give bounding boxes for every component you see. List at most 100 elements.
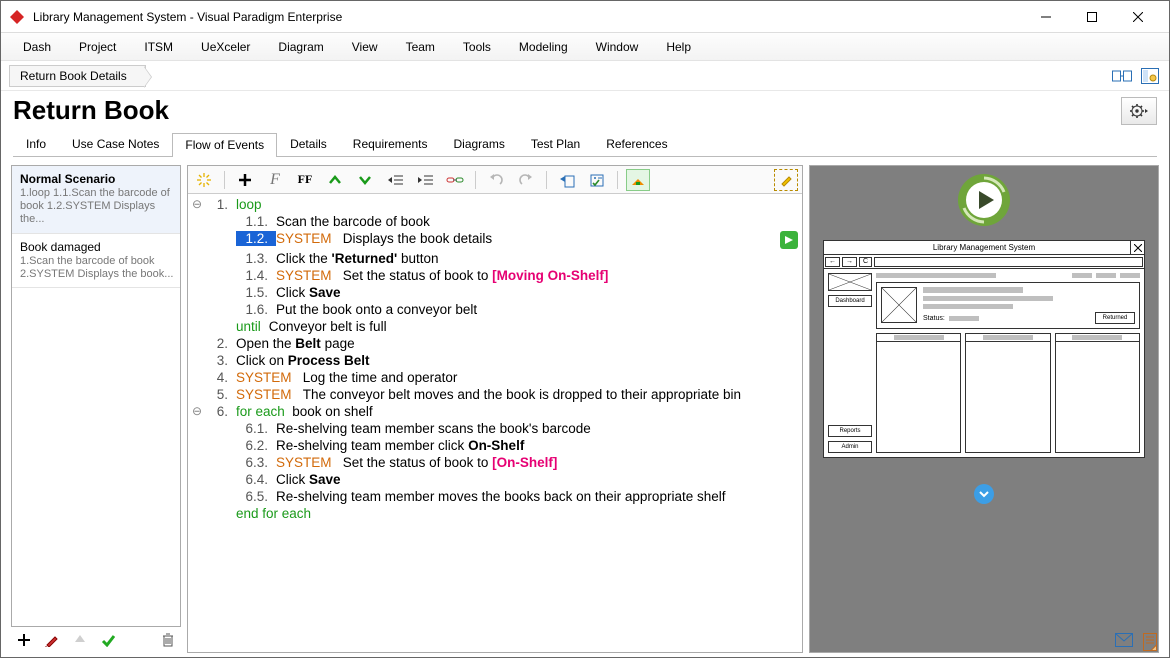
tab-test-plan[interactable]: Test Plan (518, 132, 593, 156)
settings-button[interactable] (1121, 97, 1157, 125)
step-text: for each book on shelf (236, 404, 798, 419)
flow-step[interactable]: 1.2.SYSTEM Displays the book details (190, 230, 798, 250)
flow-step[interactable]: untilConveyor belt is full (190, 318, 798, 335)
sparkle-button[interactable] (192, 169, 216, 191)
close-button[interactable] (1115, 3, 1161, 31)
flow-step[interactable]: 3.Click on Process Belt (190, 352, 798, 369)
menu-dash[interactable]: Dash (9, 36, 65, 58)
move-down-button[interactable] (353, 169, 377, 191)
minimize-button[interactable] (1023, 3, 1069, 31)
breadcrumb-item[interactable]: Return Book Details (9, 65, 146, 87)
flow-step[interactable]: 4.SYSTEM Log the time and operator (190, 369, 798, 386)
breadcrumb-tools (1111, 65, 1161, 87)
indent-button[interactable] (413, 169, 437, 191)
window-title: Library Management System - Visual Parad… (33, 10, 1023, 24)
flow-step[interactable]: 6.3.SYSTEM Set the status of book to [On… (190, 454, 798, 471)
step-number: 6. (204, 404, 236, 419)
step-number: 1.6. (236, 302, 276, 317)
step-number: 6.1. (236, 421, 276, 436)
flow-step[interactable]: 5.SYSTEM The conveyor belt moves and the… (190, 386, 798, 403)
step-text: SYSTEM The conveyor belt moves and the b… (236, 387, 798, 402)
titlebar: Library Management System - Visual Parad… (1, 1, 1169, 33)
compare-icon[interactable] (1111, 65, 1133, 87)
tab-references[interactable]: References (593, 132, 680, 156)
step-number: end for each (236, 506, 319, 521)
scenario-item[interactable]: Normal Scenario 1.loop 1.1.Scan the barc… (12, 166, 180, 234)
step-text: Conveyor belt is full (269, 319, 798, 334)
format-f-button[interactable]: F (263, 169, 287, 191)
flow-step[interactable]: 1.4.SYSTEM Set the status of book to [Mo… (190, 267, 798, 284)
delete-scenario-button[interactable] (157, 629, 179, 651)
step-number: 6.3. (236, 455, 276, 470)
flow-step[interactable]: 1.5.Click Save (190, 284, 798, 301)
flow-step[interactable]: 1.3.Click the 'Returned' button (190, 250, 798, 267)
link-button[interactable] (443, 169, 467, 191)
wireframe-button[interactable] (626, 169, 650, 191)
editor-toolbar: F FF (188, 166, 802, 194)
outdent-button[interactable] (383, 169, 407, 191)
flow-editor[interactable]: ⊖1.loop 1.1.Scan the barcode of book1.2.… (188, 194, 802, 652)
edit-scenario-button[interactable] (41, 629, 63, 651)
wireframe-body: Dashboard Reports Admin (824, 269, 1144, 457)
tab-requirements[interactable]: Requirements (340, 132, 441, 156)
maximize-button[interactable] (1069, 3, 1115, 31)
flow-step[interactable]: 6.2.Re-shelving team member click On-She… (190, 437, 798, 454)
tab-info[interactable]: Info (13, 132, 59, 156)
menu-help[interactable]: Help (652, 36, 705, 58)
step-text: Re-shelving team member scans the book's… (276, 421, 798, 436)
flow-step[interactable]: end for each (190, 505, 798, 522)
import-button[interactable] (555, 169, 579, 191)
wireframe-title: Library Management System (933, 243, 1035, 252)
move-up-button[interactable] (323, 169, 347, 191)
step-text: Re-shelving team member moves the books … (276, 489, 798, 504)
menu-diagram[interactable]: Diagram (264, 36, 337, 58)
confirm-button[interactable] (97, 629, 119, 651)
flow-step[interactable]: 6.1.Re-shelving team member scans the bo… (190, 420, 798, 437)
step-number: 1.3. (236, 251, 276, 266)
highlight-button[interactable] (774, 169, 798, 191)
wireframe-nav-reports: Reports (828, 425, 872, 437)
flow-step[interactable]: 2.Open the Belt page (190, 335, 798, 352)
menu-modeling[interactable]: Modeling (505, 36, 582, 58)
wireframe-window[interactable]: Library Management System ← → C Dashboar… (823, 240, 1145, 458)
image-placeholder-icon (881, 287, 917, 323)
note-icon[interactable] (1143, 633, 1159, 651)
collapse-toggle-icon[interactable]: ⊖ (190, 197, 204, 211)
tab-use-case-notes[interactable]: Use Case Notes (59, 132, 172, 156)
menu-project[interactable]: Project (65, 36, 130, 58)
undo-button[interactable] (484, 169, 508, 191)
menu-team[interactable]: Team (392, 36, 449, 58)
add-step-button[interactable] (233, 169, 257, 191)
tab-details[interactable]: Details (277, 132, 340, 156)
flow-step[interactable]: ⊖1.loop (190, 196, 798, 213)
switch-view-icon[interactable] (1139, 65, 1161, 87)
flow-step[interactable]: ⊖6.for each book on shelf (190, 403, 798, 420)
menu-window[interactable]: Window (582, 36, 653, 58)
menu-tools[interactable]: Tools (449, 36, 505, 58)
page-header: Return Book (1, 91, 1169, 128)
flow-step[interactable]: 6.5.Re-shelving team member moves the bo… (190, 488, 798, 505)
scroll-down-button[interactable] (974, 484, 994, 504)
scenario-item[interactable]: Book damaged 1.Scan the barcode of book … (12, 234, 180, 288)
tab-diagrams[interactable]: Diagrams (440, 132, 517, 156)
tabbar: Info Use Case Notes Flow of Events Detai… (1, 132, 1169, 156)
tab-flow-of-events[interactable]: Flow of Events (172, 133, 277, 157)
flow-step[interactable]: 6.4.Click Save (190, 471, 798, 488)
wireframe-nav-admin: Admin (828, 441, 872, 453)
redo-button[interactable] (514, 169, 538, 191)
collapse-toggle-icon[interactable]: ⊖ (190, 404, 204, 418)
menu-itsm[interactable]: ITSM (130, 36, 187, 58)
play-step-button[interactable] (780, 231, 798, 249)
flow-step[interactable]: 1.6.Put the book onto a conveyor belt (190, 301, 798, 318)
menu-uexceler[interactable]: UeXceler (187, 36, 264, 58)
step-text: Click Save (276, 285, 798, 300)
scenarios-list: Normal Scenario 1.loop 1.1.Scan the barc… (11, 165, 181, 627)
add-scenario-button[interactable] (13, 629, 35, 651)
format-ff-button[interactable]: FF (293, 169, 317, 191)
testcase-button[interactable] (585, 169, 609, 191)
mail-icon[interactable] (1115, 633, 1133, 651)
page-title: Return Book (13, 95, 169, 126)
menu-view[interactable]: View (338, 36, 392, 58)
flow-step[interactable]: 1.1.Scan the barcode of book (190, 213, 798, 230)
move-up-button[interactable] (69, 629, 91, 651)
